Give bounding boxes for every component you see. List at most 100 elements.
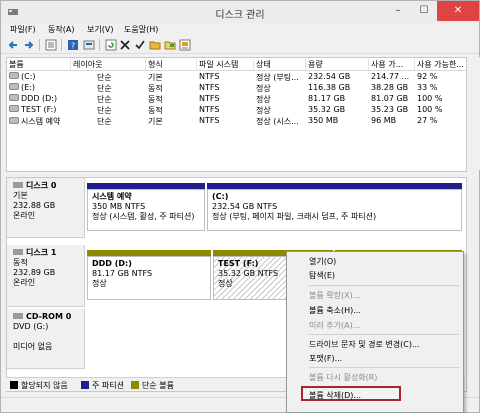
col-filesystem[interactable]: 파일 시스템	[196, 59, 254, 70]
help-icon[interactable]: ?	[67, 39, 79, 51]
folder-icon[interactable]	[164, 39, 176, 51]
menu-item-change-drive-letter[interactable]: 드라이브 문자 및 경로 변경(C)...	[309, 339, 420, 350]
volume-list-vertical-scrollbar[interactable]	[470, 57, 480, 170]
menu-bar: 파일(F) 동작(A) 보기(V) 도움말(H)	[1, 23, 479, 37]
col-free-space[interactable]: 사용 가...	[368, 59, 416, 70]
folder-open-icon[interactable]	[149, 39, 161, 51]
delete-icon[interactable]	[119, 39, 131, 51]
menu-item-shrink-volume[interactable]: 볼륨 축소(H)...	[309, 305, 361, 316]
disk-state: 온라인	[13, 278, 36, 287]
cell-free-percent: 33 %	[417, 83, 438, 92]
cell-type: 동적	[148, 95, 163, 104]
cell-capacity: 81.17 GB	[308, 94, 346, 103]
menu-item-add-mirror: 미러 추가(A)...	[309, 321, 361, 330]
cell-capacity: 116.38 GB	[308, 83, 351, 92]
menu-item-format[interactable]: 포맷(F)...	[309, 353, 342, 364]
col-volume[interactable]: 볼륨	[7, 59, 69, 70]
cell-type: 기본	[148, 117, 163, 126]
col-status[interactable]: 상태	[253, 59, 306, 70]
cell-free-percent: 92 %	[417, 72, 438, 81]
maximize-button[interactable]: ☐	[411, 1, 437, 21]
cell-filesystem: NTFS	[199, 116, 220, 125]
cell-volume: TEST (F:)	[21, 105, 57, 114]
cell-free-space: 38.28 GB	[371, 83, 409, 92]
partition-status: 정상 (시스템, 활성, 주 파티션)	[92, 212, 195, 221]
col-type[interactable]: 형식	[145, 59, 188, 70]
cell-free-space: 214.77 ...	[371, 72, 410, 81]
menu-separator	[309, 367, 459, 368]
cell-layout: 단순	[97, 84, 112, 93]
list-icon[interactable]	[45, 39, 57, 51]
menu-item-extend-volume: 볼륨 확장(X)...	[309, 291, 361, 300]
disk-size: 232.88 GB	[13, 201, 56, 210]
cell-filesystem: NTFS	[199, 72, 220, 81]
disk-0-label[interactable]: 디스크 0 기본 232.88 GB 온라인	[7, 178, 85, 238]
partition-status: 정상	[92, 279, 107, 288]
menu-item-delete-volume[interactable]: 볼륨 삭제(D)...	[309, 390, 361, 401]
col-free-percent[interactable]: 사용 가능한...	[414, 59, 466, 70]
svg-text:?: ?	[71, 42, 75, 51]
cell-capacity: 232.54 GB	[308, 72, 351, 81]
table-row[interactable]: 시스템 예약 단순 기본 NTFS 정상 (시스... 350 MB 96 MB…	[7, 116, 466, 126]
menu-help[interactable]: 도움말(H)	[124, 24, 158, 35]
cdrom-icon	[13, 313, 23, 319]
cell-type: 동적	[148, 84, 163, 93]
toolbar-separator	[39, 39, 40, 51]
partition-size: 81.17 GB NTFS	[92, 269, 153, 278]
back-icon[interactable]	[7, 39, 19, 51]
partition-c-drive[interactable]: (C:) 232.54 GB NTFS 정상 (부팅, 페이지 파일, 크래시 …	[207, 189, 462, 231]
cell-volume: 시스템 예약	[21, 117, 61, 126]
partition-title: 시스템 예약	[92, 192, 132, 201]
menu-file[interactable]: 파일(F)	[10, 24, 36, 35]
partition-size: 232.54 GB NTFS	[212, 202, 278, 211]
menu-view[interactable]: 보기(V)	[87, 24, 113, 35]
properties-icon[interactable]	[179, 39, 191, 51]
cell-filesystem: NTFS	[199, 94, 220, 103]
minimize-button[interactable]: –	[385, 1, 411, 21]
col-capacity[interactable]: 용량	[305, 59, 368, 70]
disk-props-icon[interactable]	[83, 39, 95, 51]
table-row[interactable]: (C:) 단순 기본 NTFS 정상 (부팅... 232.54 GB 214.…	[7, 72, 466, 82]
volume-list-header: 볼륨 레이아웃 형식 파일 시스템 상태 용량 사용 가... 사용 가능한..…	[7, 58, 466, 71]
menu-item-open[interactable]: 열기(O)	[309, 256, 336, 267]
partition-system-reserved[interactable]: 시스템 예약 350 MB NTFS 정상 (시스템, 활성, 주 파티션)	[87, 189, 205, 231]
disk-name: CD-ROM 0	[26, 312, 72, 321]
forward-icon[interactable]	[23, 39, 35, 51]
volume-icon	[9, 117, 19, 124]
refresh-icon[interactable]	[105, 39, 117, 51]
partition-size: 350 MB NTFS	[92, 202, 146, 211]
partition-d-drive[interactable]: DDD (D:) 81.17 GB NTFS 정상	[87, 256, 211, 300]
cell-filesystem: NTFS	[199, 105, 220, 114]
cell-volume: DDD (D:)	[21, 94, 58, 103]
cell-free-percent: 100 %	[417, 105, 443, 114]
volume-list: 볼륨 레이아웃 형식 파일 시스템 상태 용량 사용 가... 사용 가능한..…	[6, 57, 467, 172]
disk-icon	[13, 249, 23, 255]
close-button[interactable]: ✕	[437, 1, 479, 21]
cell-free-percent: 27 %	[417, 116, 438, 125]
disk-size	[13, 332, 84, 342]
cell-free-percent: 100 %	[417, 94, 443, 103]
check-icon[interactable]	[134, 39, 146, 51]
table-row[interactable]: TEST (F:) 단순 동적 NTFS 정상 35.32 GB 35.23 G…	[7, 105, 466, 115]
disk-type: 동적	[13, 258, 28, 267]
partition-title: (C:)	[212, 192, 229, 201]
menu-item-explore[interactable]: 탐색(E)	[309, 270, 335, 281]
cell-type: 동적	[148, 106, 163, 115]
menu-action[interactable]: 동작(A)	[48, 24, 74, 35]
cell-status: 정상	[256, 84, 271, 93]
cdrom-0-label[interactable]: CD-ROM 0 DVD (G:) 미디어 없음	[7, 309, 85, 369]
cell-filesystem: NTFS	[199, 83, 220, 92]
disk-name: 디스크 0	[26, 181, 57, 190]
col-layout[interactable]: 레이아웃	[70, 59, 113, 70]
table-row[interactable]: DDD (D:) 단순 동적 NTFS 정상 81.17 GB 81.07 GB…	[7, 94, 466, 104]
cell-status: 정상	[256, 95, 271, 104]
partition-title: DDD (D:)	[92, 259, 132, 268]
menu-item-reactivate-volume: 볼륨 다시 활성화(R)	[309, 373, 378, 382]
cell-layout: 단순	[97, 95, 112, 104]
legend-label: 단순 볼륨	[142, 381, 174, 390]
context-menu: 열기(O) 탐색(E) 볼륨 확장(X)... 볼륨 축소(H)... 미러 추…	[286, 251, 464, 413]
disk-1-label[interactable]: 디스크 1 동적 232.89 GB 온라인	[7, 245, 85, 307]
toolbar: ?	[1, 37, 479, 54]
table-row[interactable]: (E:) 단순 동적 NTFS 정상 116.38 GB 38.28 GB 33…	[7, 83, 466, 93]
disk-size: 232.89 GB	[13, 268, 56, 277]
